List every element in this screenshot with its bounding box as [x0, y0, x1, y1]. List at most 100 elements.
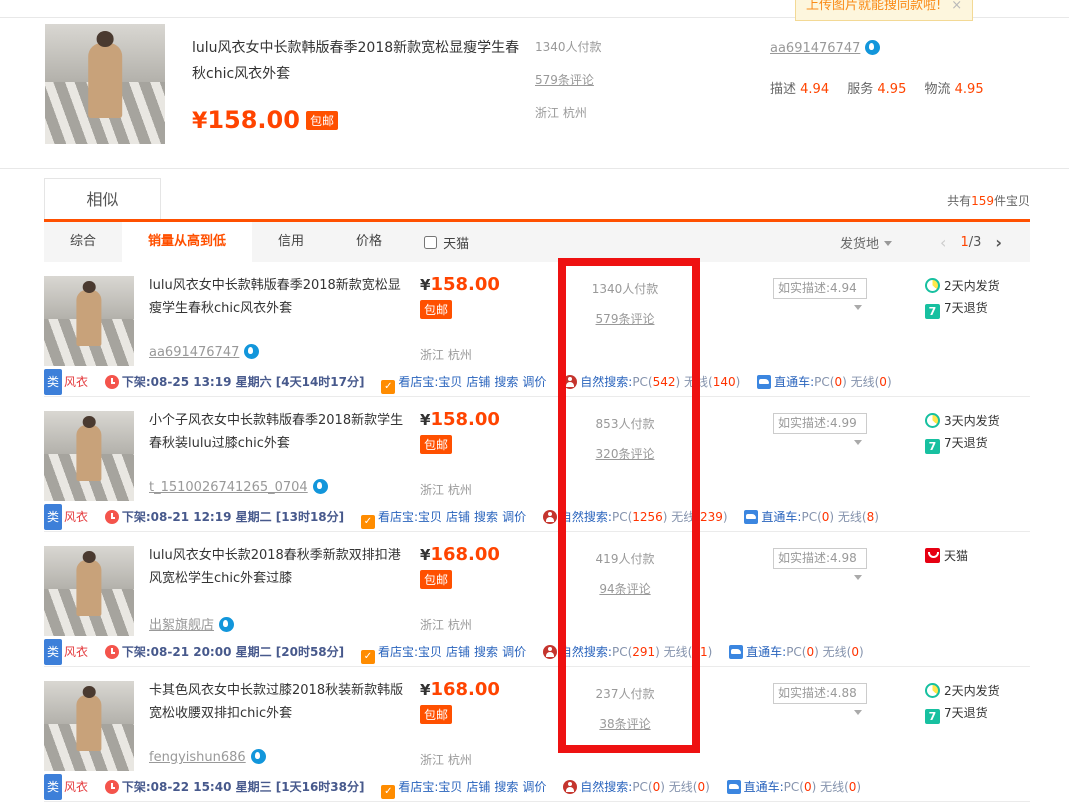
natural-pc-count: 1256	[632, 510, 663, 524]
currency-symbol: ¥	[192, 109, 207, 134]
header-comments-link[interactable]: 579条评论	[535, 73, 594, 87]
natural-search-icon	[543, 645, 557, 659]
countdown-clock-icon	[105, 645, 119, 659]
kdb-link-search[interactable]: 搜索	[474, 645, 498, 659]
rating-value: 4.95	[955, 82, 984, 97]
wangwang-icon[interactable]	[244, 344, 259, 359]
filter-item-credit[interactable]: 信用	[252, 222, 330, 262]
product-thumbnail[interactable]	[44, 681, 134, 771]
rating-select[interactable]: 如实描述:4.94	[773, 278, 867, 299]
ztc-label: 直通车:	[761, 510, 801, 524]
product-stats: 853人付款 320条评论	[560, 415, 690, 462]
wangwang-icon[interactable]	[219, 617, 234, 632]
kandianbao-block: ✓看店宝:宝贝店铺搜索调价	[381, 780, 546, 794]
page-next-button[interactable]: ›	[981, 233, 1016, 252]
clock-icon	[925, 683, 940, 698]
rating-select[interactable]: 如实描述:4.98	[773, 548, 867, 569]
product-location: 浙江 杭州	[420, 346, 472, 363]
filter-item-sales-desc[interactable]: 销量从高到低	[122, 222, 252, 262]
category-link[interactable]: 风衣	[64, 645, 88, 659]
kdb-link-item[interactable]: 宝贝	[438, 375, 462, 389]
tmall-filter-checkbox[interactable]: 天猫	[424, 233, 469, 252]
free-shipping-badge: 包邮	[420, 300, 452, 319]
wireless-open: ) 无线(	[829, 510, 866, 524]
header-product-panel: lulu风衣女中长款韩版春季2018新款宽松显瘦学生春秋chic风衣外套 ¥15…	[0, 18, 1069, 169]
category-block: 类风衣	[44, 780, 88, 794]
price-value: 168.00	[430, 679, 499, 700]
pc-open: PC(	[784, 780, 804, 794]
kandianbao-label: 看店宝:	[378, 510, 418, 524]
header-seller-block: aa691476747 描述 4.94 服务 4.95 物流 4.95	[770, 40, 998, 97]
ztc-pc-count: 0	[804, 780, 812, 794]
product-title-link[interactable]: lulu风衣女中长款2018春秋季新款双排扣港风宽松学生chic外套过膝	[149, 544, 411, 590]
natural-search-block: 自然搜索:PC(291) 无线(11)	[543, 645, 712, 659]
filter-item-price[interactable]: 价格	[330, 222, 408, 262]
header-product-thumbnail[interactable]	[45, 24, 165, 144]
kdb-link-price[interactable]: 调价	[502, 510, 526, 524]
kdb-link-item[interactable]: 宝贝	[418, 510, 442, 524]
page-prev-button[interactable]: ‹	[926, 233, 960, 252]
rating-select[interactable]: 如实描述:4.99	[773, 413, 867, 434]
category-link[interactable]: 风衣	[64, 375, 88, 389]
product-title-link[interactable]: lulu风衣女中长款韩版春季2018新款宽松显瘦学生春秋chic风衣外套	[149, 274, 411, 320]
category-link[interactable]: 风衣	[64, 510, 88, 524]
wangwang-icon[interactable]	[251, 749, 266, 764]
product-thumbnail[interactable]	[44, 546, 134, 636]
product-thumbnail[interactable]	[44, 276, 134, 366]
product-title-link[interactable]: 卡其色风衣女中长款过膝2018秋装新款韩版宽松收腰双排扣chic外套	[149, 679, 411, 725]
service-badge-clock: 3天内发货	[925, 410, 1000, 432]
kdb-link-search[interactable]: 搜索	[494, 780, 518, 794]
tooltip-close-icon[interactable]: ×	[951, 0, 962, 13]
comments-link[interactable]: 579条评论	[596, 312, 655, 326]
kdb-link-price[interactable]: 调价	[522, 780, 546, 794]
comments-link[interactable]: 94条评论	[599, 582, 650, 596]
kdb-link-price[interactable]: 调价	[522, 375, 546, 389]
filter-item-comprehensive[interactable]: 综合	[44, 222, 122, 262]
wangwang-icon[interactable]	[313, 479, 328, 494]
kdb-link-shop[interactable]: 店铺	[466, 780, 490, 794]
service-badge-label: 3天内发货	[944, 414, 1000, 428]
tab-similar[interactable]: 相似	[44, 178, 161, 219]
currency-symbol: ¥	[420, 411, 430, 429]
kdb-link-price[interactable]: 调价	[502, 645, 526, 659]
rating-select-value: 4.94	[830, 281, 857, 295]
price-block: ¥168.00	[420, 544, 500, 565]
kdb-link-search[interactable]: 搜索	[474, 510, 498, 524]
seller-link[interactable]: 出絮旗舰店	[149, 618, 214, 633]
natural-search-icon	[543, 510, 557, 524]
header-seller-link[interactable]: aa691476747	[770, 41, 860, 56]
category-link[interactable]: 风衣	[64, 780, 88, 794]
kandianbao-icon: ✓	[361, 650, 375, 664]
product-thumbnail[interactable]	[44, 411, 134, 501]
kdb-link-shop[interactable]: 店铺	[446, 510, 470, 524]
thumbnail-art	[83, 551, 96, 563]
rating-value: 4.95	[877, 82, 906, 97]
comments-link[interactable]: 38条评论	[599, 717, 650, 731]
seller-link[interactable]: fengyishun686	[149, 750, 246, 765]
pc-open: PC(	[612, 645, 632, 659]
category-block: 类风衣	[44, 645, 88, 659]
wangwang-icon[interactable]	[865, 40, 880, 55]
thumbnail-art	[97, 31, 114, 47]
kdb-link-shop[interactable]: 店铺	[466, 375, 490, 389]
thumbnail-art	[83, 416, 96, 428]
kdb-link-item[interactable]: 宝贝	[418, 645, 442, 659]
kdb-link-shop[interactable]: 店铺	[446, 645, 470, 659]
product-title-link[interactable]: 小个子风衣女中长款韩版春季2018新款学生春秋装lulu过膝chic外套	[149, 409, 411, 455]
seller-link[interactable]: t_1510026741265_0704	[149, 480, 308, 495]
offshelf-countdown: 下架:08-22 15:40 星期三 [1天16时38分]	[122, 780, 365, 794]
kdb-link-search[interactable]: 搜索	[494, 375, 518, 389]
tmall-checkbox-input[interactable]	[424, 236, 437, 249]
kdb-link-item[interactable]: 宝贝	[438, 780, 462, 794]
ship-from-label: 发货地	[840, 237, 879, 252]
comments-link[interactable]: 320条评论	[596, 447, 655, 461]
ship-from-dropdown[interactable]: 发货地	[840, 233, 892, 252]
row-meta-bar: 类风衣 下架:08-21 12:19 星期二 [13时18分] ✓看店宝:宝贝店…	[44, 504, 1030, 528]
rating-select[interactable]: 如实描述:4.88	[773, 683, 867, 704]
rating-select-label: 如实描述:	[778, 686, 830, 700]
free-shipping-badge: 包邮	[306, 111, 338, 130]
seller-link[interactable]: aa691476747	[149, 345, 239, 360]
header-stats: 1340人付款 579条评论 浙江 杭州	[535, 38, 602, 121]
pagination: ‹ 1/3 ›	[926, 233, 1016, 252]
payments-count: 853人付款	[560, 415, 690, 432]
